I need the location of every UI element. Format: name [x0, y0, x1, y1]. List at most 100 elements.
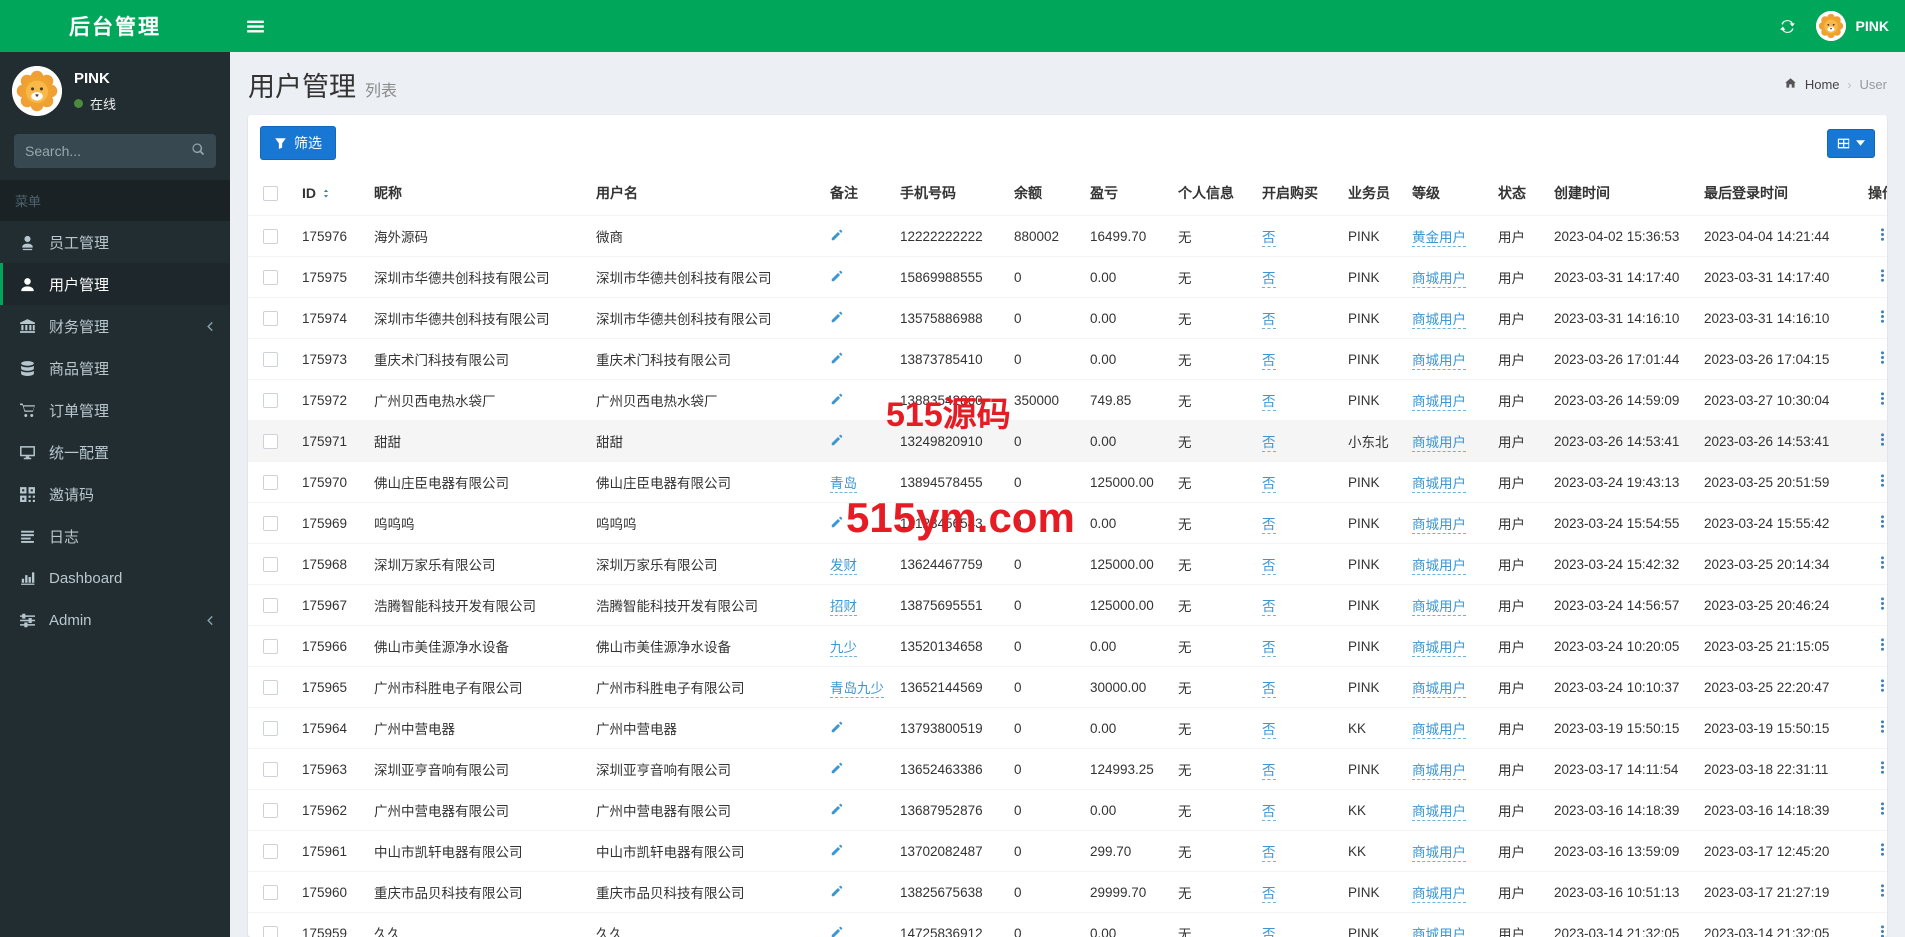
row-actions-icon[interactable]	[1875, 760, 1887, 775]
level-link[interactable]: 商城用户	[1412, 722, 1466, 739]
buy-toggle-link[interactable]: 否	[1262, 845, 1276, 862]
sidebar-item-admin[interactable]: Admin	[0, 599, 230, 641]
level-link[interactable]: 商城用户	[1412, 476, 1466, 493]
buy-toggle-link[interactable]: 否	[1262, 476, 1276, 493]
search-input[interactable]	[25, 143, 191, 159]
level-link[interactable]: 商城用户	[1412, 763, 1466, 780]
row-checkbox[interactable]	[263, 310, 278, 326]
pencil-icon[interactable]	[830, 269, 844, 283]
buy-toggle-link[interactable]: 否	[1262, 558, 1276, 575]
level-link[interactable]: 黄金用户	[1412, 230, 1466, 247]
remark-link[interactable]: 九少	[830, 640, 857, 657]
row-actions-icon[interactable]	[1875, 268, 1887, 283]
sidebar-item-dashboard[interactable]: Dashboard	[0, 557, 230, 599]
buy-toggle-link[interactable]: 否	[1262, 886, 1276, 903]
pencil-icon[interactable]	[830, 351, 844, 365]
sidebar-item-goods[interactable]: 商品管理	[0, 347, 230, 389]
level-link[interactable]: 商城用户	[1412, 599, 1466, 616]
row-checkbox[interactable]	[263, 474, 278, 490]
remark-link[interactable]: 青岛	[830, 476, 857, 493]
header-id[interactable]: ID	[294, 171, 366, 216]
sidebar-item-finance[interactable]: 财务管理	[0, 305, 230, 347]
pencil-icon[interactable]	[830, 392, 844, 406]
buy-toggle-link[interactable]: 否	[1262, 230, 1276, 247]
level-link[interactable]: 商城用户	[1412, 845, 1466, 862]
remark-link[interactable]: 发财	[830, 558, 857, 575]
search-icon[interactable]	[191, 142, 205, 161]
row-actions-icon[interactable]	[1875, 350, 1887, 365]
select-all-checkbox[interactable]	[263, 186, 278, 202]
row-actions-icon[interactable]	[1875, 309, 1887, 324]
sort-icon[interactable]	[321, 187, 331, 200]
buy-toggle-link[interactable]: 否	[1262, 804, 1276, 821]
row-checkbox[interactable]	[263, 228, 278, 244]
pencil-icon[interactable]	[830, 843, 844, 857]
buy-toggle-link[interactable]: 否	[1262, 353, 1276, 370]
level-link[interactable]: 商城用户	[1412, 394, 1466, 411]
buy-toggle-link[interactable]: 否	[1262, 271, 1276, 288]
row-actions-icon[interactable]	[1875, 637, 1887, 652]
row-checkbox[interactable]	[263, 597, 278, 613]
breadcrumb-home[interactable]: Home	[1805, 77, 1840, 92]
row-actions-icon[interactable]	[1875, 842, 1887, 857]
sidebar-item-orders[interactable]: 订单管理	[0, 389, 230, 431]
level-link[interactable]: 商城用户	[1412, 886, 1466, 903]
pencil-icon[interactable]	[830, 884, 844, 898]
pencil-icon[interactable]	[830, 802, 844, 816]
navbar-user-menu[interactable]: PINK	[1815, 11, 1889, 41]
level-link[interactable]: 商城用户	[1412, 804, 1466, 821]
buy-toggle-link[interactable]: 否	[1262, 640, 1276, 657]
row-checkbox[interactable]	[263, 802, 278, 818]
row-checkbox[interactable]	[263, 556, 278, 572]
row-checkbox[interactable]	[263, 392, 278, 408]
level-link[interactable]: 商城用户	[1412, 517, 1466, 534]
row-checkbox[interactable]	[263, 433, 278, 449]
row-actions-icon[interactable]	[1875, 883, 1887, 898]
row-actions-icon[interactable]	[1875, 678, 1887, 693]
level-link[interactable]: 商城用户	[1412, 640, 1466, 657]
buy-toggle-link[interactable]: 否	[1262, 517, 1276, 534]
level-link[interactable]: 商城用户	[1412, 312, 1466, 329]
buy-toggle-link[interactable]: 否	[1262, 435, 1276, 452]
buy-toggle-link[interactable]: 否	[1262, 722, 1276, 739]
pencil-icon[interactable]	[830, 515, 844, 529]
row-actions-icon[interactable]	[1875, 719, 1887, 734]
row-checkbox[interactable]	[263, 761, 278, 777]
buy-toggle-link[interactable]: 否	[1262, 681, 1276, 698]
row-checkbox[interactable]	[263, 679, 278, 695]
row-actions-icon[interactable]	[1875, 924, 1887, 937]
row-checkbox[interactable]	[263, 884, 278, 900]
pencil-icon[interactable]	[830, 228, 844, 242]
row-checkbox[interactable]	[263, 843, 278, 859]
pencil-icon[interactable]	[830, 433, 844, 447]
row-checkbox[interactable]	[263, 351, 278, 367]
row-actions-icon[interactable]	[1875, 473, 1887, 488]
refresh-icon[interactable]	[1779, 18, 1796, 35]
buy-toggle-link[interactable]: 否	[1262, 763, 1276, 780]
row-actions-icon[interactable]	[1875, 555, 1887, 570]
row-actions-icon[interactable]	[1875, 432, 1887, 447]
row-actions-icon[interactable]	[1875, 514, 1887, 529]
level-link[interactable]: 商城用户	[1412, 558, 1466, 575]
sidebar-item-config[interactable]: 统一配置	[0, 431, 230, 473]
buy-toggle-link[interactable]: 否	[1262, 312, 1276, 329]
level-link[interactable]: 商城用户	[1412, 435, 1466, 452]
row-checkbox[interactable]	[263, 720, 278, 736]
sidebar-item-invite-code[interactable]: 邀请码	[0, 473, 230, 515]
row-checkbox[interactable]	[263, 925, 278, 937]
pencil-icon[interactable]	[830, 720, 844, 734]
pencil-icon[interactable]	[830, 310, 844, 324]
pencil-icon[interactable]	[830, 761, 844, 775]
row-actions-icon[interactable]	[1875, 801, 1887, 816]
buy-toggle-link[interactable]: 否	[1262, 599, 1276, 616]
sidebar-item-logs[interactable]: 日志	[0, 515, 230, 557]
sidebar-item-users[interactable]: 用户管理	[0, 263, 230, 305]
pencil-icon[interactable]	[830, 925, 844, 937]
remark-link[interactable]: 青岛九少	[830, 681, 884, 698]
row-actions-icon[interactable]	[1875, 227, 1887, 242]
level-link[interactable]: 商城用户	[1412, 271, 1466, 288]
sidebar-item-staff[interactable]: 员工管理	[0, 221, 230, 263]
filter-button[interactable]: 筛选	[260, 126, 336, 160]
buy-toggle-link[interactable]: 否	[1262, 927, 1276, 937]
buy-toggle-link[interactable]: 否	[1262, 394, 1276, 411]
